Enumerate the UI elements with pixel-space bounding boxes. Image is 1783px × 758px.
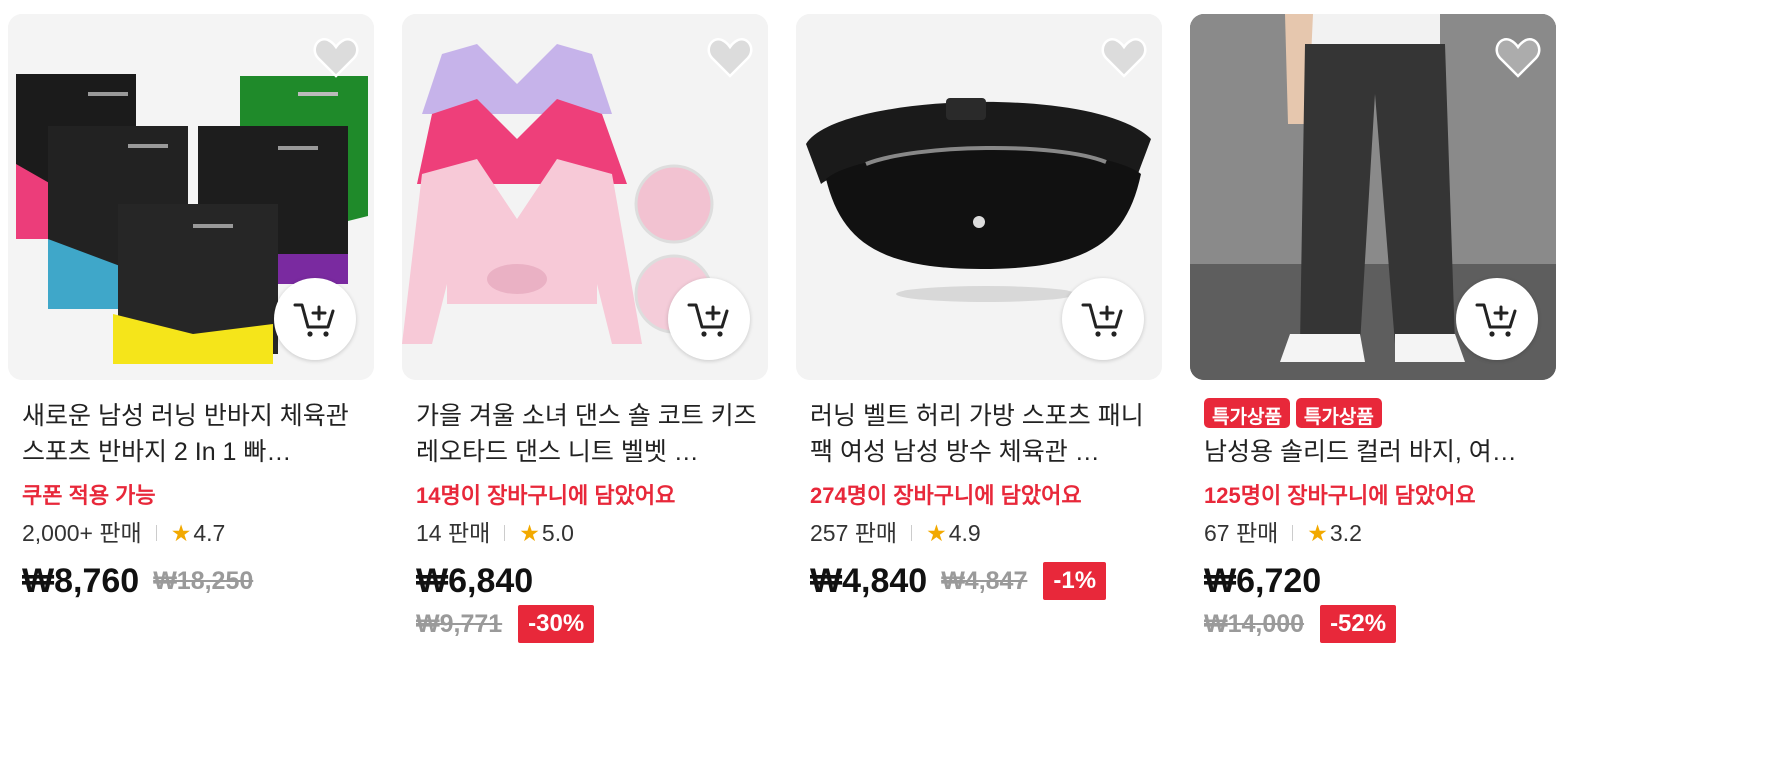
promo-text: 쿠폰 적용 가능 (22, 483, 156, 508)
original-price: ₩14,000 (1204, 610, 1305, 638)
promo-text: 125명이 장바구니에 담았어요 (1204, 483, 1476, 508)
sold-count: 14 판매 (416, 520, 491, 546)
star-icon: ★ (170, 520, 192, 546)
cart-plus-icon (1081, 303, 1123, 337)
product-image[interactable] (8, 14, 374, 380)
price-row: ₩6,840 ₩9,771 -30% (416, 558, 776, 644)
heart-icon[interactable] (1494, 36, 1542, 80)
add-to-cart-button[interactable] (1062, 278, 1144, 360)
product-card[interactable]: 러닝 벨트 허리 가방 스포츠 패니 팩 여성 남성 방수 체육관 … 274명… (796, 14, 1162, 604)
badge-row: 특가상품 특가상품 (1190, 398, 1556, 432)
product-title[interactable]: 가을 겨울 소녀 댄스 숄 코트 키즈 레오타드 댄스 니트 벨벳 … (416, 398, 758, 470)
divider (1292, 525, 1294, 541)
rating-value: 4.7 (193, 520, 226, 546)
sales-rating: 2,000+ 판매 ★ 4.7 (22, 516, 374, 550)
product-card[interactable]: 가을 겨울 소녀 댄스 숄 코트 키즈 레오타드 댄스 니트 벨벳 … 14명이… (402, 14, 768, 644)
sales-rating: 14 판매 ★ 5.0 (416, 516, 768, 550)
cart-plus-icon (1475, 303, 1517, 337)
special-offer-badge: 특가상품 (1295, 398, 1382, 428)
sold-count: 257 판매 (810, 520, 898, 546)
divider (155, 525, 157, 541)
divider (911, 525, 913, 541)
promo-text: 14명이 장바구니에 담았어요 (416, 483, 676, 508)
rating-value: 3.2 (1329, 520, 1362, 546)
add-to-cart-button[interactable] (1456, 278, 1538, 360)
discount-badge: -52% (1320, 605, 1397, 643)
sold-count: 67 판매 (1204, 520, 1279, 546)
heart-icon[interactable] (1100, 36, 1148, 80)
original-price: ₩9,771 (416, 610, 503, 638)
sale-price: ₩8,760 (22, 562, 140, 600)
star-icon: ★ (926, 520, 947, 546)
discount-badge: -1% (1043, 562, 1107, 600)
product-title[interactable]: 새로운 남성 러닝 반바지 체육관 스포츠 반바지 2 In 1 빠… (22, 398, 364, 470)
price-row: ₩4,840 ₩4,847 -1% (810, 558, 1170, 604)
rating-value: 5.0 (541, 520, 574, 546)
product-image[interactable] (1190, 14, 1556, 380)
product-card[interactable]: 새로운 남성 러닝 반바지 체육관 스포츠 반바지 2 In 1 빠… 쿠폰 적… (8, 14, 374, 604)
add-to-cart-button[interactable] (274, 278, 356, 360)
product-image[interactable] (796, 14, 1162, 380)
cart-plus-icon (687, 303, 729, 337)
original-price: ₩18,250 (153, 567, 254, 595)
special-offer-badge: 특가상품 (1204, 398, 1290, 428)
star-icon: ★ (1307, 520, 1328, 546)
product-image[interactable] (402, 14, 768, 380)
heart-icon[interactable] (312, 36, 360, 80)
promo-text: 274명이 장바구니에 담았어요 (810, 483, 1082, 508)
price-row: ₩8,760 ₩18,250 (22, 558, 382, 604)
heart-icon[interactable] (706, 36, 754, 80)
cart-plus-icon (293, 303, 335, 337)
sales-rating: 257 판매 ★ 4.9 (810, 516, 1162, 550)
product-title[interactable]: 남성용 솔리드 컬러 바지, 여… (1204, 434, 1546, 470)
add-to-cart-button[interactable] (668, 278, 750, 360)
sale-price: ₩4,840 (810, 562, 928, 600)
sales-rating: 67 판매 ★ 3.2 (1204, 516, 1556, 550)
star-icon: ★ (519, 520, 540, 546)
product-card[interactable]: 특가상품 특가상품 남성용 솔리드 컬러 바지, 여… 125명이 장바구니에 … (1190, 14, 1556, 644)
divider (504, 525, 506, 541)
rating-value: 4.9 (948, 520, 981, 546)
discount-badge: -30% (518, 605, 595, 643)
price-row: ₩6,720 ₩14,000 -52% (1204, 558, 1564, 644)
sale-price: ₩6,840 (416, 562, 534, 600)
sold-count: 2,000+ 판매 (22, 520, 142, 546)
product-title[interactable]: 러닝 벨트 허리 가방 스포츠 패니 팩 여성 남성 방수 체육관 … (810, 398, 1152, 470)
sale-price: ₩6,720 (1204, 562, 1322, 600)
original-price: ₩4,847 (941, 567, 1028, 595)
